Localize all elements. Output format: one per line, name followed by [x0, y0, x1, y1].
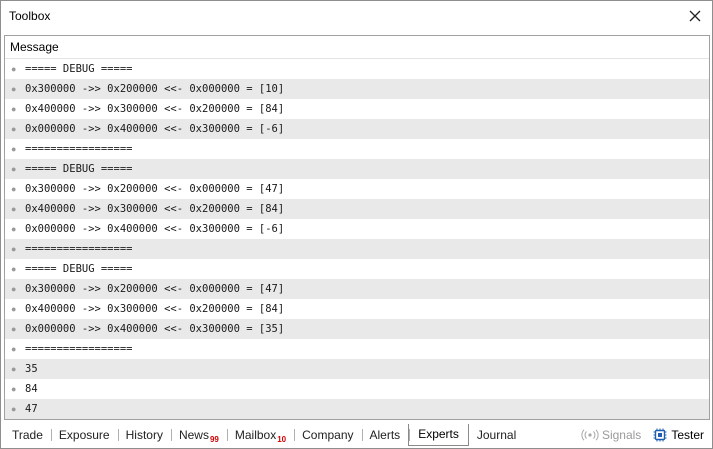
- message-row[interactable]: ● 0x000000 ->> 0x400000 <<- 0x300000 = [-…: [5, 119, 709, 139]
- bullet-icon: ●: [11, 84, 17, 94]
- tester-icon: [653, 428, 667, 442]
- message-row[interactable]: ● 0x000000 ->> 0x400000 <<- 0x300000 = [-…: [5, 219, 709, 239]
- close-icon: [689, 10, 701, 22]
- bullet-icon: ●: [11, 364, 17, 374]
- message-row[interactable]: ● ===== DEBUG =====: [5, 259, 709, 279]
- message-row[interactable]: ● 0x000000 ->> 0x400000 <<- 0x300000 = [3…: [5, 319, 709, 339]
- message-row[interactable]: ● 0x300000 ->> 0x200000 <<- 0x000000 = [4…: [5, 279, 709, 299]
- message-row[interactable]: ● ===== DEBUG =====: [5, 59, 709, 79]
- tab-news[interactable]: News99: [170, 424, 227, 446]
- bullet-icon: ●: [11, 304, 17, 314]
- tab-trade[interactable]: Trade: [4, 424, 51, 446]
- tester-button[interactable]: Tester: [653, 428, 704, 442]
- status-area: Signals Tester: [581, 424, 704, 446]
- bullet-icon: ●: [11, 384, 17, 394]
- bullet-icon: ●: [11, 264, 17, 274]
- message-column-header[interactable]: Message: [5, 36, 709, 59]
- message-text: 0x000000 ->> 0x400000 <<- 0x300000 = [35…: [25, 323, 285, 335]
- message-text: ===== DEBUG =====: [25, 63, 133, 75]
- bottom-tab-bar: Trade Exposure History News99 Mailbox10 …: [4, 424, 710, 446]
- toolbox-window: Toolbox Message ● ===== DEBUG ===== ● 0x30…: [0, 0, 713, 449]
- message-row[interactable]: ● 0x400000 ->> 0x300000 <<- 0x200000 = [8…: [5, 299, 709, 319]
- message-row[interactable]: ● =================: [5, 139, 709, 159]
- message-row[interactable]: ● 0x300000 ->> 0x200000 <<- 0x000000 = [4…: [5, 179, 709, 199]
- signals-label: Signals: [601, 428, 642, 442]
- message-row[interactable]: ● =================: [5, 339, 709, 359]
- bullet-icon: ●: [11, 284, 17, 294]
- bullet-icon: ●: [11, 324, 17, 334]
- message-text: 0x000000 ->> 0x400000 <<- 0x300000 = [-6…: [25, 123, 285, 135]
- mailbox-count-badge: 10: [277, 435, 287, 444]
- message-text: =================: [25, 143, 133, 155]
- tab-alerts[interactable]: Alerts: [361, 424, 409, 446]
- message-text: 0x400000 ->> 0x300000 <<- 0x200000 = [84…: [25, 303, 285, 315]
- bullet-icon: ●: [11, 244, 17, 254]
- tab-history[interactable]: History: [117, 424, 171, 446]
- tab-mailbox[interactable]: Mailbox10: [226, 424, 294, 446]
- message-text: 84: [25, 383, 38, 395]
- news-count-badge: 99: [209, 435, 219, 444]
- message-text: 0x300000 ->> 0x200000 <<- 0x000000 = [47…: [25, 183, 285, 195]
- message-text: =================: [25, 343, 133, 355]
- message-text: 0x400000 ->> 0x300000 <<- 0x200000 = [84…: [25, 103, 285, 115]
- message-row[interactable]: ● ===== DEBUG =====: [5, 159, 709, 179]
- close-button[interactable]: [684, 5, 706, 27]
- bullet-icon: ●: [11, 204, 17, 214]
- bullet-icon: ●: [11, 184, 17, 194]
- bullet-icon: ●: [11, 104, 17, 114]
- bullet-icon: ●: [11, 64, 17, 74]
- message-text: =================: [25, 243, 133, 255]
- message-list: ● ===== DEBUG ===== ● 0x300000 ->> 0x20000…: [5, 59, 709, 419]
- message-text: 0x300000 ->> 0x200000 <<- 0x000000 = [47…: [25, 283, 285, 295]
- signals-button[interactable]: Signals: [581, 428, 641, 442]
- message-row[interactable]: ● 84: [5, 379, 709, 399]
- message-row[interactable]: ● 0x400000 ->> 0x300000 <<- 0x200000 = [8…: [5, 99, 709, 119]
- message-text: 0x300000 ->> 0x200000 <<- 0x000000 = [10…: [25, 83, 285, 95]
- message-text: 35: [25, 363, 38, 375]
- messages-panel[interactable]: Message ● ===== DEBUG ===== ● 0x300000 ->>…: [4, 35, 710, 420]
- message-text: ===== DEBUG =====: [25, 263, 133, 275]
- tab-company[interactable]: Company: [294, 424, 361, 446]
- message-row[interactable]: ● 0x400000 ->> 0x300000 <<- 0x200000 = [8…: [5, 199, 709, 219]
- bullet-icon: ●: [11, 124, 17, 134]
- bullet-icon: ●: [11, 344, 17, 354]
- message-row[interactable]: ● 47: [5, 399, 709, 419]
- tab-mailbox-label: Mailbox: [234, 428, 277, 442]
- message-text: 0x400000 ->> 0x300000 <<- 0x200000 = [84…: [25, 203, 285, 215]
- tab-exposure[interactable]: Exposure: [50, 424, 118, 446]
- bullet-icon: ●: [11, 404, 17, 414]
- window-title: Toolbox: [9, 9, 51, 23]
- bullet-icon: ●: [11, 164, 17, 174]
- tab-journal[interactable]: Journal: [469, 424, 524, 446]
- tester-label: Tester: [671, 428, 704, 442]
- signals-icon: [581, 429, 599, 441]
- tab-list: Trade Exposure History News99 Mailbox10 …: [4, 424, 524, 446]
- message-row[interactable]: ● =================: [5, 239, 709, 259]
- message-text: 47: [25, 403, 38, 415]
- message-text: 0x000000 ->> 0x400000 <<- 0x300000 = [-6…: [25, 223, 285, 235]
- message-text: ===== DEBUG =====: [25, 163, 133, 175]
- message-row[interactable]: ● 0x300000 ->> 0x200000 <<- 0x000000 = [1…: [5, 79, 709, 99]
- tab-experts[interactable]: Experts: [408, 424, 469, 446]
- bullet-icon: ●: [11, 224, 17, 234]
- message-row[interactable]: ● 35: [5, 359, 709, 379]
- title-bar: Toolbox: [1, 1, 712, 32]
- tab-news-label: News: [178, 428, 209, 442]
- bullet-icon: ●: [11, 144, 17, 154]
